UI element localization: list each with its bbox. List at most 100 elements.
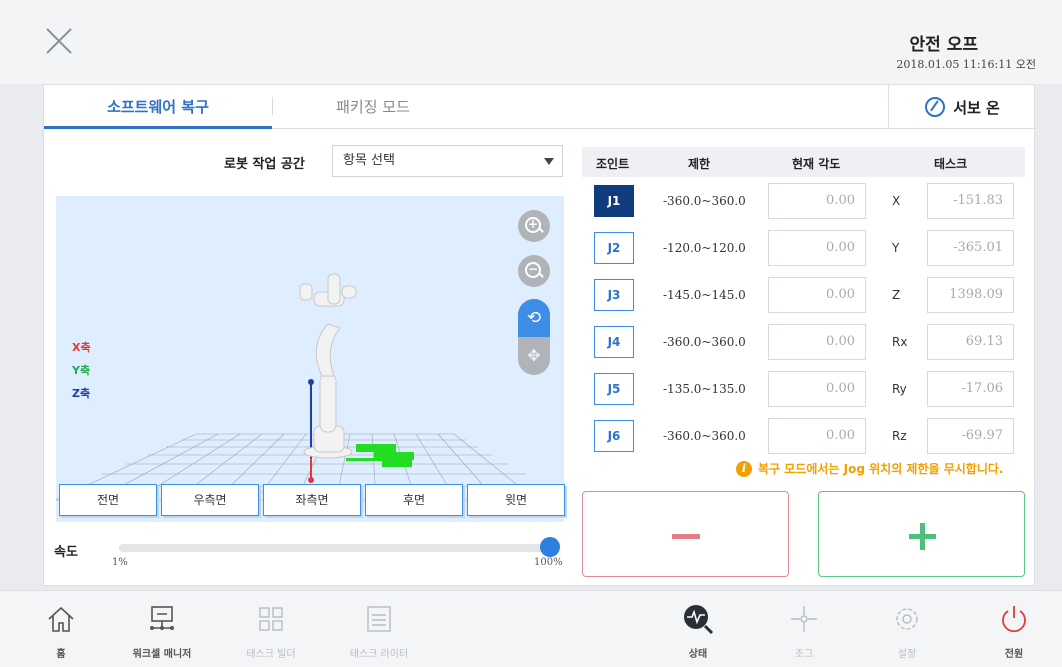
y-axis-label: Y축	[72, 364, 91, 377]
x-axis-label: X축	[72, 341, 91, 354]
nav-jog-label: 조그	[794, 649, 814, 660]
view-front-button[interactable]: 전면	[59, 484, 157, 516]
joint-select-button[interactable]: J1	[594, 185, 634, 217]
workspace-select[interactable]: 항목 선택	[332, 145, 563, 177]
joint-limit: -360.0~360.0	[663, 335, 746, 349]
joint-select-button[interactable]: J2	[594, 232, 634, 264]
joint-limit: -120.0~120.0	[663, 241, 746, 255]
speed-slider[interactable]	[119, 544, 549, 552]
green-path	[346, 444, 414, 467]
speed-min: 1%	[112, 557, 128, 568]
task-value-field: -17.06	[927, 371, 1014, 407]
view-right-button[interactable]: 우측면	[161, 484, 259, 516]
joint-row: J2 -120.0~120.0 0.00 Y -365.01	[582, 230, 1025, 268]
main-panel: 소프트웨어 복구 패키징 모드 서보 온 로봇 작업 공간 항목 선택 + − …	[43, 84, 1036, 586]
speed-label: 속도	[54, 545, 78, 560]
nav-settings-label: 설정	[897, 649, 917, 660]
jog-minus-button[interactable]	[582, 491, 789, 577]
task-builder-icon	[259, 607, 283, 631]
task-axis-label: Rz	[892, 429, 907, 443]
joint-row: J1 -360.0~360.0 0.00 X -151.83	[582, 183, 1025, 221]
bottom-nav: 홈 워크셀 매니저 태스크 빌더 태스크 라이터 상태 조그 설정 전원	[0, 590, 1062, 667]
dropdown-arrow-icon	[544, 158, 554, 165]
top-bar: 안전 오프 2018.01.05 11:16:11 오전	[0, 0, 1062, 84]
joint-select-button[interactable]: J4	[594, 326, 634, 358]
header-joint: 조인트	[596, 157, 630, 171]
task-value-field: -69.97	[927, 418, 1014, 454]
nav-home[interactable]: 홈	[11, 591, 111, 667]
task-value-field: -365.01	[927, 230, 1014, 266]
view-mode-group: ⟲ ✥	[518, 299, 550, 375]
nav-workcell[interactable]: 워크셀 매니저	[112, 591, 212, 667]
joint-angle-field[interactable]: 0.00	[768, 230, 866, 266]
safety-status: 안전 오프	[909, 35, 978, 55]
pan-view-button[interactable]: ✥	[518, 337, 550, 375]
task-axis-label: Y	[892, 241, 900, 255]
task-value-field: 69.13	[927, 324, 1014, 360]
joint-angle-field[interactable]: 0.00	[768, 371, 866, 407]
task-axis-label: Z	[892, 288, 901, 302]
task-axis-label: X	[892, 194, 901, 208]
nav-task-builder[interactable]: 태스크 빌더	[221, 591, 321, 667]
z-axis-label: Z축	[72, 387, 91, 400]
view-buttons: 전면 우측면 좌측면 후면 윗면	[57, 484, 565, 520]
nav-jog[interactable]: 조그	[754, 591, 854, 667]
joint-limit: -360.0~360.0	[663, 194, 746, 208]
zoom-out-button[interactable]: −	[518, 255, 550, 287]
robot-scene	[56, 273, 564, 501]
power-icon	[1002, 606, 1026, 633]
joint-angle-field[interactable]: 0.00	[768, 183, 866, 219]
task-value-field: 1398.09	[927, 277, 1014, 313]
jog-icon	[791, 606, 817, 632]
settings-icon	[896, 608, 918, 630]
robot-arm	[299, 273, 357, 459]
tab-bar: 소프트웨어 복구 패키징 모드 서보 온	[44, 85, 1036, 129]
joint-row: J4 -360.0~360.0 0.00 Rx 69.13	[582, 324, 1025, 362]
joint-angle-field[interactable]: 0.00	[768, 324, 866, 360]
speed-slider-fill	[119, 544, 549, 552]
rotate-view-button[interactable]: ⟲	[518, 299, 550, 337]
task-writer-icon	[367, 606, 391, 632]
joint-row: J6 -360.0~360.0 0.00 Rz -69.97	[582, 418, 1025, 456]
joint-limit: -145.0~145.0	[663, 288, 746, 302]
minus-icon	[672, 534, 700, 539]
nav-status[interactable]: 상태	[648, 591, 748, 667]
recovery-notice: i 복구 모드에서는 Jog 위치의 제한을 무시합니다.	[736, 460, 1003, 477]
servo-on-button[interactable]: 서보 온	[888, 85, 1036, 129]
view-back-button[interactable]: 후면	[365, 484, 463, 516]
tab-software-recovery[interactable]: 소프트웨어 복구	[44, 85, 272, 129]
joint-row: J3 -145.0~145.0 0.00 Z 1398.09	[582, 277, 1025, 315]
nav-task-writer[interactable]: 태스크 라이터	[329, 591, 429, 667]
notice-text: 복구 모드에서는 Jog 위치의 제한을 무시합니다.	[758, 462, 1004, 476]
nav-task-builder-label: 태스크 빌더	[246, 649, 296, 660]
nav-home-label: 홈	[56, 649, 66, 660]
zoom-out-icon: −	[527, 262, 539, 276]
home-icon	[48, 606, 74, 632]
tab-packaging-mode[interactable]: 패키징 모드	[273, 85, 473, 129]
joint-select-button[interactable]: J5	[594, 373, 634, 405]
nav-power[interactable]: 전원	[964, 591, 1062, 667]
nav-status-label: 상태	[688, 649, 708, 660]
jog-plus-button[interactable]	[818, 491, 1025, 577]
workcell-icon	[150, 606, 174, 630]
nav-settings[interactable]: 설정	[857, 591, 957, 667]
status-icon	[684, 605, 714, 635]
header-limit: 제한	[688, 157, 711, 171]
joint-angle-field[interactable]: 0.00	[768, 418, 866, 454]
joint-table-header: 조인트 제한 현재 각도 태스크	[582, 147, 1025, 177]
workspace-selected: 항목 선택	[343, 153, 395, 168]
header-angle: 현재 각도	[792, 157, 841, 171]
robot-3d-view[interactable]: + − ⟲ ✥ X축 Y축 Z축	[56, 196, 564, 522]
joint-select-button[interactable]: J6	[594, 420, 634, 452]
joint-limit: -360.0~360.0	[663, 429, 746, 443]
joint-angle-field[interactable]: 0.00	[768, 277, 866, 313]
view-top-button[interactable]: 윗면	[467, 484, 565, 516]
joint-select-button[interactable]: J3	[594, 279, 634, 311]
zoom-in-button[interactable]: +	[518, 210, 550, 242]
header-task: 태스크	[934, 157, 968, 171]
speed-slider-thumb[interactable]	[540, 537, 560, 557]
joint-row: J5 -135.0~135.0 0.00 Ry -17.06	[582, 371, 1025, 409]
close-button[interactable]	[44, 26, 74, 56]
task-value-field: -151.83	[927, 183, 1014, 219]
view-left-button[interactable]: 좌측면	[263, 484, 361, 516]
